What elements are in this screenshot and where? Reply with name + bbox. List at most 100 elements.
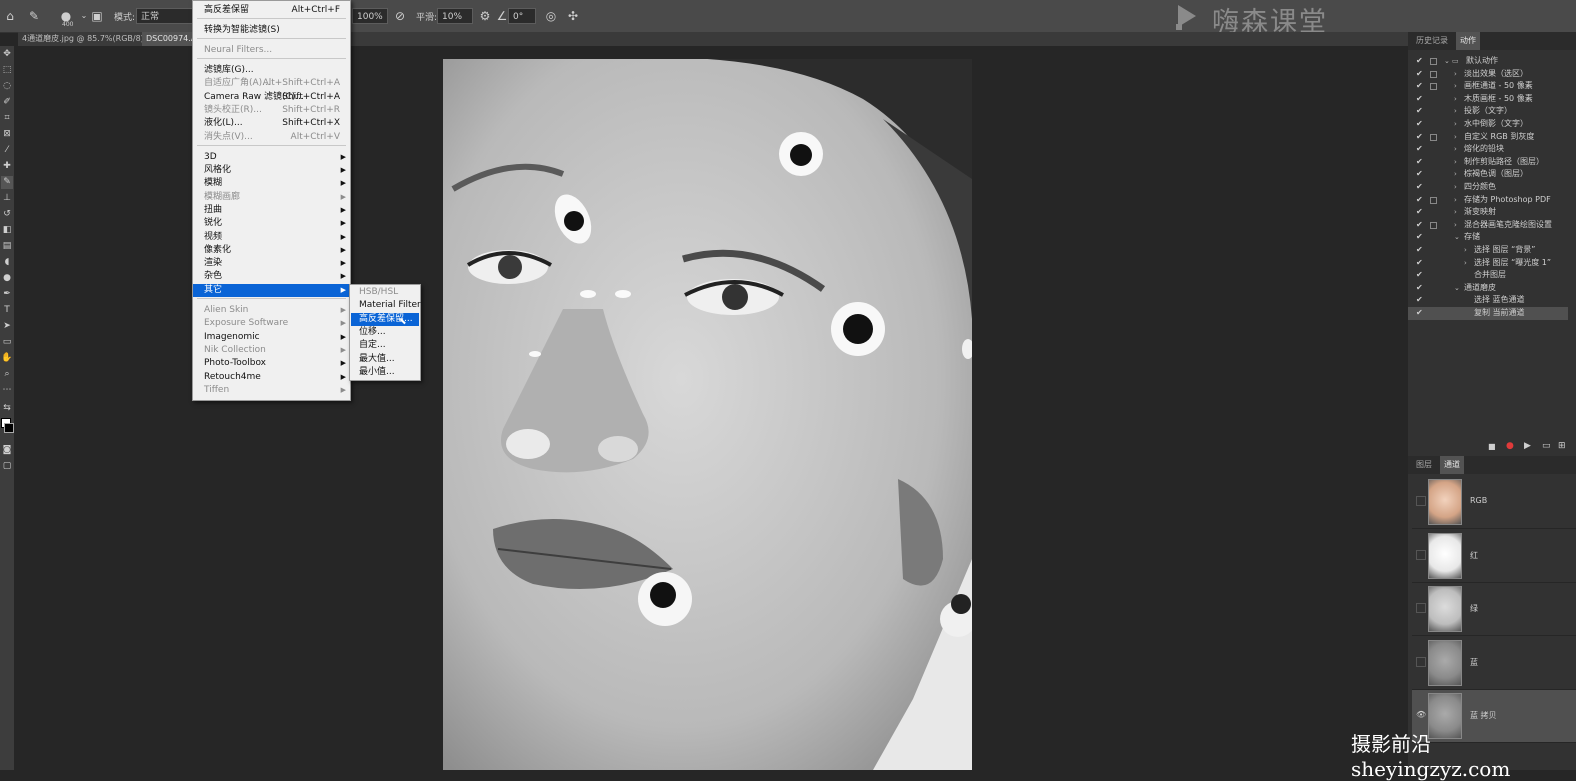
frame-tool-icon[interactable]: ⊠ xyxy=(1,128,13,141)
marquee-tool-icon[interactable]: ⬚ xyxy=(1,64,13,77)
filter-menu-item[interactable]: 其它 ▶ xyxy=(193,284,350,297)
chevron-right-icon[interactable]: › xyxy=(1454,131,1457,144)
check-icon[interactable]: ✔ xyxy=(1416,181,1423,194)
dialog-toggle-icon[interactable] xyxy=(1430,221,1437,229)
chevron-right-icon[interactable]: › xyxy=(1454,206,1457,219)
more-tools-icon[interactable]: ⋯ xyxy=(1,384,13,397)
gear-icon[interactable]: ⚙ xyxy=(477,8,493,24)
filter-menu-item[interactable]: 渲染 ▶ xyxy=(193,257,350,270)
eraser-tool-icon[interactable]: ◧ xyxy=(1,224,13,237)
action-row[interactable]: ✔ › 制作剪贴路径（图层） xyxy=(1408,156,1568,169)
smooth-field[interactable]: 10% xyxy=(437,8,473,24)
path-select-tool-icon[interactable]: ➤ xyxy=(1,320,13,333)
check-icon[interactable]: ✔ xyxy=(1416,93,1423,106)
screen-mode-icon[interactable]: ▢ xyxy=(1,460,13,473)
check-icon[interactable]: ✔ xyxy=(1416,231,1423,244)
quick-select-tool-icon[interactable]: ✐ xyxy=(1,96,13,109)
filter-menu-item[interactable]: 消失点(V)... Alt+Ctrl+V xyxy=(193,131,350,144)
filter-menu-item[interactable]: 转换为智能滤镜(S) xyxy=(193,24,350,37)
check-icon[interactable]: ✔ xyxy=(1416,131,1423,144)
chevron-right-icon[interactable]: › xyxy=(1454,181,1457,194)
channel-row[interactable]: 绿 xyxy=(1412,583,1576,636)
filter-menu-item[interactable]: Alien Skin ▶ xyxy=(193,304,350,317)
action-row[interactable]: ✔ › 自定义 RGB 到灰度 xyxy=(1408,131,1568,144)
check-icon[interactable]: ✔ xyxy=(1416,282,1423,295)
doc-tab-2[interactable]: DSC00974.AR xyxy=(142,32,196,46)
channel-row[interactable]: 蓝 xyxy=(1412,637,1576,690)
visibility-eye-icon[interactable] xyxy=(1416,656,1426,667)
check-icon[interactable]: ✔ xyxy=(1416,80,1423,93)
gradient-tool-icon[interactable]: ▤ xyxy=(1,240,13,253)
action-row[interactable]: ✔ › 选择 图层 “曝光度 1” xyxy=(1408,257,1568,270)
filter-menu-item[interactable]: 镜头校正(R)... Shift+Ctrl+R xyxy=(193,104,350,117)
action-row[interactable]: ✔ › 渐变映射 xyxy=(1408,206,1568,219)
action-row[interactable]: ✔ ⌄ 通道磨皮 xyxy=(1408,282,1568,295)
pressure-size-icon[interactable]: ◎ xyxy=(543,8,559,24)
chevron-right-icon[interactable]: › xyxy=(1454,194,1457,207)
dialog-toggle-icon[interactable] xyxy=(1430,196,1437,204)
submenu-item[interactable]: 自定... xyxy=(351,339,419,352)
submenu-item[interactable]: 高反差保留... ⬉ xyxy=(351,312,419,327)
chevron-right-icon[interactable]: › xyxy=(1454,68,1457,81)
action-row[interactable]: ✔ ⌄ ▭ 默认动作 xyxy=(1408,55,1568,68)
check-icon[interactable]: ✔ xyxy=(1416,194,1423,207)
hand-tool-icon[interactable]: ✋ xyxy=(1,352,13,365)
brush-settings-icon[interactable]: ▣ xyxy=(89,8,105,24)
filter-menu-item[interactable]: 3D ▶ xyxy=(193,151,350,164)
dialog-toggle-icon[interactable] xyxy=(1430,133,1437,141)
chevron-right-icon[interactable]: › xyxy=(1454,168,1457,181)
record-icon[interactable]: ● xyxy=(1506,441,1514,451)
submenu-item[interactable]: 最大值... xyxy=(351,353,419,366)
tab-history[interactable]: 历史记录 xyxy=(1412,32,1452,50)
action-row[interactable]: ✔ › 画框通道 - 50 像素 xyxy=(1408,80,1568,93)
dialog-toggle-icon[interactable] xyxy=(1430,58,1437,65)
check-icon[interactable]: ✔ xyxy=(1416,168,1423,181)
check-icon[interactable]: ✔ xyxy=(1416,307,1423,320)
chevron-right-icon[interactable]: › xyxy=(1454,143,1457,156)
pressure-opacity-icon[interactable]: ⊘ xyxy=(392,8,408,24)
move-tool-icon[interactable]: ✥ xyxy=(1,48,13,61)
filter-menu-item[interactable]: Retouch4me ▶ xyxy=(193,371,350,384)
check-icon[interactable]: ✔ xyxy=(1416,206,1423,219)
home-icon[interactable]: ⌂ xyxy=(2,8,18,24)
visibility-eye-icon[interactable]: 👁 xyxy=(1416,710,1426,720)
blur-tool-icon[interactable]: ◖ xyxy=(1,256,13,269)
action-row[interactable]: ✔ ⌄ 存储 xyxy=(1408,231,1568,244)
quick-mask-icon[interactable]: ◙ xyxy=(1,444,13,457)
filter-menu-item[interactable]: 自适应广角(A)... Alt+Shift+Ctrl+A xyxy=(193,77,350,90)
check-icon[interactable]: ✔ xyxy=(1416,257,1423,270)
check-icon[interactable]: ✔ xyxy=(1416,118,1423,131)
opacity-field[interactable]: 100% xyxy=(352,8,388,24)
check-icon[interactable]: ✔ xyxy=(1416,105,1423,118)
action-row[interactable]: ✔ › 熔化的铅块 xyxy=(1408,143,1568,156)
crop-tool-icon[interactable]: ⌗ xyxy=(1,112,13,125)
lasso-tool-icon[interactable]: ◌ xyxy=(1,80,13,93)
action-row[interactable]: ✔ › 淡出效果（选区） xyxy=(1408,68,1568,81)
tab-layers[interactable]: 图层 xyxy=(1412,456,1436,474)
action-row[interactable]: ✔ › 混合器画笔克隆绘图设置 xyxy=(1408,219,1568,232)
folder-icon[interactable]: ▭ xyxy=(1542,441,1551,451)
chevron-right-icon[interactable]: › xyxy=(1454,105,1457,118)
filter-menu-item[interactable]: 高反差保留 Alt+Ctrl+F xyxy=(193,4,350,17)
shape-tool-icon[interactable]: ▭ xyxy=(1,336,13,349)
action-row[interactable]: ✔ 复制 当前通道 xyxy=(1408,307,1568,320)
submenu-item[interactable]: HSB/HSL xyxy=(351,286,419,299)
filter-menu-item[interactable]: Imagenomic ▶ xyxy=(193,331,350,344)
angle-field[interactable]: 0° xyxy=(508,8,536,24)
check-icon[interactable]: ✔ xyxy=(1416,143,1423,156)
dialog-toggle-icon[interactable] xyxy=(1430,83,1437,91)
filter-menu-item[interactable]: Tiffen ▶ xyxy=(193,384,350,397)
healing-tool-icon[interactable]: ✚ xyxy=(1,160,13,173)
doc-tab-1[interactable]: 4通道磨皮.jpg @ 85.7%(RGB/8) × xyxy=(18,32,157,46)
chevron-right-icon[interactable]: › xyxy=(1454,219,1457,232)
filter-menu-item[interactable]: Nik Collection ▶ xyxy=(193,344,350,357)
symmetry-icon[interactable]: ✣ xyxy=(565,8,581,24)
filter-menu-item[interactable]: 杂色 ▶ xyxy=(193,270,350,283)
play-icon[interactable]: ▶ xyxy=(1524,441,1531,451)
chevron-down-icon[interactable]: ⌄ xyxy=(1454,282,1460,295)
action-row[interactable]: ✔ › 投影（文字） xyxy=(1408,105,1568,118)
new-action-icon[interactable]: ⊞ xyxy=(1558,441,1566,451)
brush-tool-icon[interactable]: ✎ xyxy=(1,176,13,189)
visibility-eye-icon[interactable] xyxy=(1416,603,1426,613)
background-color-swatch[interactable] xyxy=(4,423,14,433)
